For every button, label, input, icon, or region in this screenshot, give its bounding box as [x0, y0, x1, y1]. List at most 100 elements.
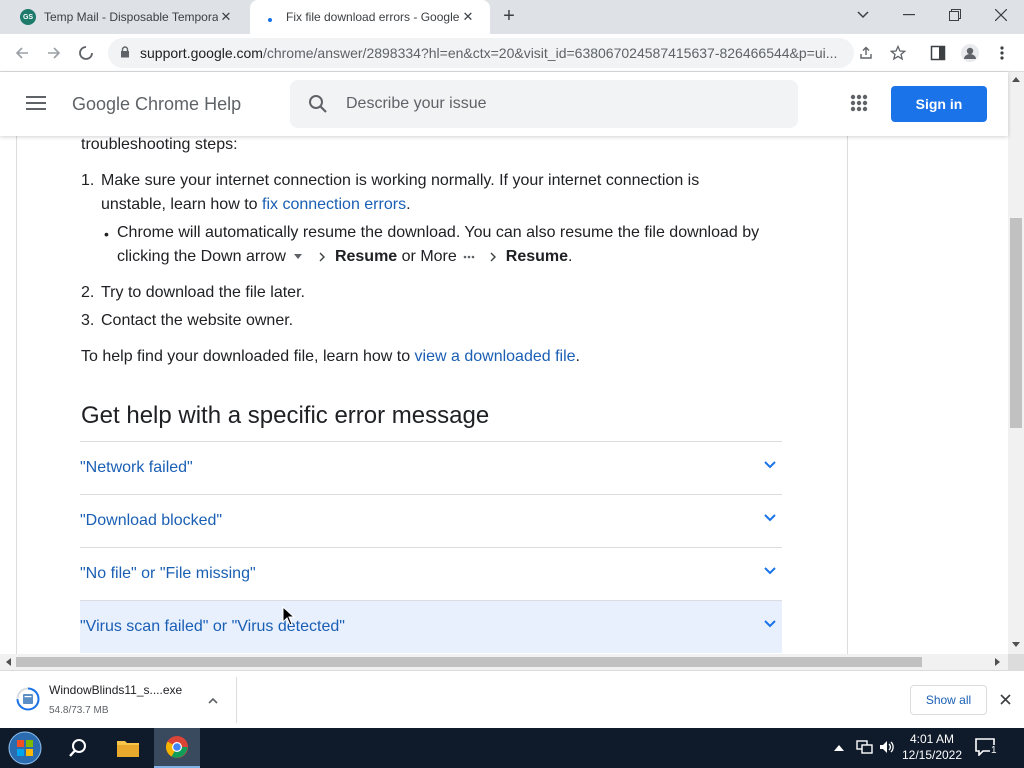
side-panel-icon[interactable]	[926, 41, 950, 65]
more-horizontal-icon	[463, 255, 475, 259]
horizontal-scrollbar[interactable]	[0, 654, 1008, 670]
vertical-scroll-thumb[interactable]	[1010, 218, 1022, 428]
find-download-pre: To help find your downloaded file, learn…	[81, 348, 415, 365]
show-all-button[interactable]: Show all	[910, 685, 987, 715]
chrome-menu-icon[interactable]	[990, 41, 1014, 65]
step-2-text: Try to download the file later.	[101, 284, 305, 301]
download-item[interactable]: WindowBlinds11_s....exe 54.8/73.7 MB	[12, 679, 236, 721]
scroll-down-icon[interactable]	[1012, 642, 1020, 648]
file-explorer-icon[interactable]	[105, 728, 151, 768]
search-taskbar-icon[interactable]	[55, 728, 101, 768]
step-1-line-1: Make sure your internet connection is wo…	[101, 172, 700, 189]
horizontal-scroll-thumb[interactable]	[16, 657, 922, 667]
tab-title: Fix file download errors - Google	[286, 10, 460, 24]
tab-strip: GS Temp Mail - Disposable Temporary ✕ Fi…	[0, 0, 1024, 34]
forward-icon[interactable]	[42, 41, 66, 65]
scroll-left-icon[interactable]	[5, 658, 11, 666]
tab-search-icon[interactable]	[840, 0, 886, 30]
tab-title: Temp Mail - Disposable Temporary	[44, 10, 218, 24]
chevron-down-icon	[764, 461, 776, 469]
accordion-label: "Network failed"	[80, 459, 193, 476]
download-shelf: WindowBlinds11_s....exe 54.8/73.7 MB Sho…	[0, 670, 1024, 728]
bullet-icon: •	[104, 226, 109, 242]
chevron-down-icon	[764, 514, 776, 522]
period: .	[568, 248, 573, 265]
network-icon[interactable]	[856, 739, 874, 755]
action-center-icon[interactable]: 1	[975, 738, 998, 758]
tab-fix-download[interactable]: Fix file download errors - Google ✕	[250, 0, 490, 34]
stop-loading-icon[interactable]	[74, 41, 98, 65]
minimize-button[interactable]	[886, 0, 932, 30]
chevron-up-icon[interactable]	[208, 697, 218, 704]
accordion-download-blocked[interactable]: "Download blocked"	[80, 494, 782, 547]
resume-label: Resume	[505, 248, 569, 265]
scroll-right-icon[interactable]	[995, 658, 1001, 666]
restore-button[interactable]	[932, 0, 978, 30]
help-center-title[interactable]: Google Chrome Help	[72, 94, 241, 115]
main-menu-icon[interactable]	[26, 96, 46, 112]
url-path: /chrome/answer/2898334?hl=en&ctx=20&visi…	[262, 45, 838, 61]
start-button-icon[interactable]	[6, 730, 44, 766]
close-tab-icon[interactable]: ✕	[460, 9, 476, 25]
download-progress-text: 54.8/73.7 MB	[49, 705, 109, 716]
resume-label: Resume	[334, 248, 398, 265]
system-clock[interactable]: 4:01 AM 12/15/2022	[898, 731, 966, 763]
scroll-up-icon[interactable]	[1012, 76, 1020, 82]
view-downloaded-file-link[interactable]: view a downloaded file	[415, 348, 576, 365]
chevron-right-icon	[490, 252, 496, 262]
fix-connection-errors-link[interactable]: fix connection errors	[262, 196, 406, 213]
accordion-virus-scan[interactable]: "Virus scan failed" or "Virus detected"	[80, 600, 782, 653]
profile-avatar-icon[interactable]	[958, 41, 982, 65]
bookmark-star-icon[interactable]	[886, 41, 910, 65]
chevron-right-icon	[319, 252, 325, 262]
accordion-label: "Virus scan failed" or "Virus detected"	[80, 618, 345, 635]
lock-icon[interactable]	[120, 45, 130, 61]
close-tab-icon[interactable]: ✕	[218, 9, 234, 25]
url-text: support.google.com/chrome/answer/2898334…	[140, 45, 840, 61]
tempmail-icon: GS	[20, 9, 36, 25]
new-tab-button[interactable]: +	[498, 6, 520, 28]
divider	[236, 677, 237, 723]
accordion-label: "Download blocked"	[80, 512, 223, 529]
url-host: support.google.com	[140, 45, 263, 61]
chevron-down-icon	[764, 567, 776, 575]
scrollbar-corner	[1008, 654, 1024, 670]
down-arrow-text: clicking the Down arrow	[117, 248, 286, 265]
period: .	[575, 348, 580, 365]
intro-text: troubleshooting steps:	[81, 136, 238, 153]
vertical-scrollbar[interactable]	[1008, 72, 1024, 654]
article-content: troubleshooting steps: 1. Make sure your…	[0, 136, 1008, 654]
search-input[interactable]	[346, 95, 766, 113]
step-number: 3.	[81, 312, 95, 329]
mouse-cursor-icon	[282, 606, 296, 626]
section-heading: Get help with a specific error message	[81, 402, 490, 429]
help-search-box[interactable]	[290, 80, 798, 128]
download-filename: WindowBlinds11_s....exe	[49, 683, 183, 697]
period: .	[406, 196, 411, 213]
search-icon	[309, 95, 327, 113]
step-number: 1.	[81, 172, 95, 189]
accordion-network-failed[interactable]: "Network failed"	[80, 441, 782, 494]
resume-bullet-line-1: Chrome will automatically resume the dow…	[117, 224, 760, 241]
close-download-shelf-icon[interactable]	[1000, 694, 1011, 705]
address-bar[interactable]: support.google.com/chrome/answer/2898334…	[108, 38, 854, 68]
volume-icon[interactable]	[878, 739, 896, 755]
step-1-line-2: unstable, learn how to fix connection er…	[101, 193, 411, 217]
caret-down-icon	[293, 253, 302, 259]
google-apps-icon[interactable]	[850, 94, 868, 112]
resume-bullet-line-2: clicking the Down arrow Resume or More Res…	[117, 245, 572, 269]
help-center-header: Google Chrome Help Sign in	[0, 72, 1008, 136]
clock-time: 4:01 AM	[909, 732, 955, 746]
step-number: 2.	[81, 284, 95, 301]
find-download-text: To help find your downloaded file, learn…	[81, 345, 580, 369]
back-icon[interactable]	[10, 41, 34, 65]
tab-temp-mail[interactable]: GS Temp Mail - Disposable Temporary ✕	[10, 0, 250, 34]
or-more-text: or More	[397, 248, 457, 265]
accordion-no-file[interactable]: "No file" or "File missing"	[80, 547, 782, 600]
sign-in-button[interactable]: Sign in	[891, 86, 987, 122]
close-window-button[interactable]	[978, 0, 1024, 30]
chrome-taskbar-icon[interactable]	[154, 728, 200, 768]
share-icon[interactable]	[854, 41, 878, 65]
step-1-text: unstable, learn how to	[101, 196, 262, 213]
tray-expand-icon[interactable]	[834, 744, 844, 751]
